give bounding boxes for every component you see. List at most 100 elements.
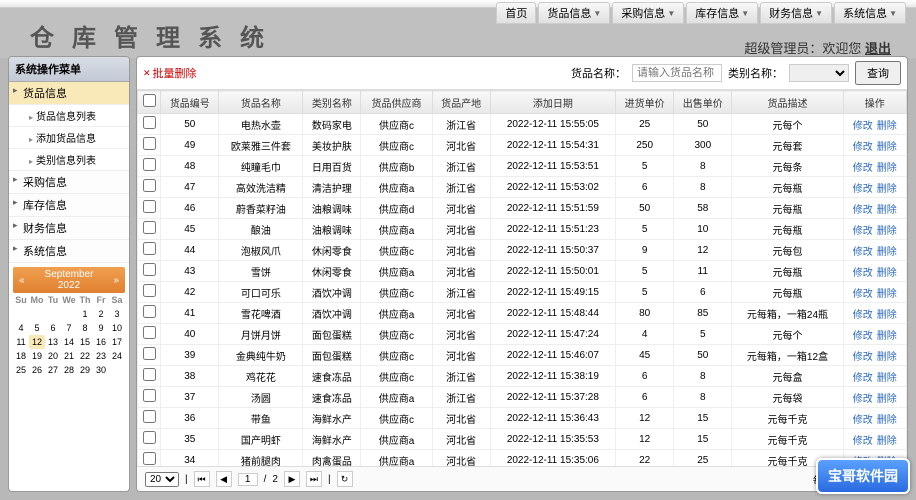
delete-link[interactable]: 删除 <box>877 331 897 342</box>
calendar-day[interactable]: 4 <box>13 321 29 335</box>
row-checkbox[interactable] <box>143 347 156 360</box>
calendar-day[interactable]: 5 <box>29 321 45 335</box>
calendar-day[interactable]: 8 <box>77 321 93 335</box>
edit-link[interactable]: 修改 <box>853 394 873 405</box>
delete-link[interactable]: 删除 <box>877 289 897 300</box>
delete-link[interactable]: 删除 <box>877 352 897 363</box>
delete-link[interactable]: 删除 <box>877 436 897 447</box>
edit-link[interactable]: 修改 <box>853 352 873 363</box>
calendar-day[interactable]: 23 <box>93 349 109 363</box>
delete-link[interactable]: 删除 <box>877 373 897 384</box>
sidebar-subitem[interactable]: 货品信息列表 <box>9 105 129 127</box>
edit-link[interactable]: 修改 <box>853 184 873 195</box>
page-input[interactable] <box>238 473 258 486</box>
next-page-button[interactable]: ▶ <box>284 471 300 487</box>
calendar-day[interactable]: 13 <box>45 335 61 349</box>
calendar-day[interactable]: 16 <box>93 335 109 349</box>
delete-link[interactable]: 删除 <box>877 415 897 426</box>
calendar-day[interactable]: 22 <box>77 349 93 363</box>
row-checkbox[interactable] <box>143 179 156 192</box>
calendar-day[interactable]: 15 <box>77 335 93 349</box>
sidebar-node[interactable]: 采购信息 <box>9 171 129 194</box>
edit-link[interactable]: 修改 <box>853 310 873 321</box>
row-checkbox[interactable] <box>143 431 156 444</box>
edit-link[interactable]: 修改 <box>853 226 873 237</box>
calendar-day[interactable]: 30 <box>93 363 109 377</box>
sidebar-subitem[interactable]: 添加货品信息 <box>9 127 129 149</box>
cal-prev[interactable]: « <box>15 275 29 286</box>
delete-link[interactable]: 删除 <box>877 163 897 174</box>
calendar-day[interactable]: 18 <box>13 349 29 363</box>
edit-link[interactable]: 修改 <box>853 415 873 426</box>
row-checkbox[interactable] <box>143 158 156 171</box>
edit-link[interactable]: 修改 <box>853 373 873 384</box>
delete-link[interactable]: 删除 <box>877 205 897 216</box>
edit-link[interactable]: 修改 <box>853 289 873 300</box>
calendar-day[interactable]: 3 <box>109 307 125 321</box>
calendar-day[interactable]: 21 <box>61 349 77 363</box>
row-checkbox[interactable] <box>143 368 156 381</box>
delete-link[interactable]: 删除 <box>877 226 897 237</box>
prev-page-button[interactable]: ◀ <box>216 471 232 487</box>
row-checkbox[interactable] <box>143 242 156 255</box>
sidebar-node[interactable]: 财务信息 <box>9 217 129 240</box>
sidebar-node[interactable]: 库存信息 <box>9 194 129 217</box>
edit-link[interactable]: 修改 <box>853 436 873 447</box>
row-checkbox[interactable] <box>143 116 156 129</box>
calendar-day[interactable]: 26 <box>29 363 45 377</box>
sidebar-node[interactable]: 系统信息 <box>9 240 129 263</box>
search-button[interactable]: 查询 <box>855 61 901 85</box>
delete-link[interactable]: 删除 <box>877 394 897 405</box>
calendar-day[interactable]: 12 <box>29 335 45 349</box>
calendar-day[interactable]: 27 <box>45 363 61 377</box>
edit-link[interactable]: 修改 <box>853 121 873 132</box>
category-filter-select[interactable] <box>789 64 849 82</box>
delete-link[interactable]: 删除 <box>877 142 897 153</box>
calendar-day[interactable]: 20 <box>45 349 61 363</box>
calendar-day[interactable]: 6 <box>45 321 61 335</box>
calendar-day[interactable]: 19 <box>29 349 45 363</box>
edit-link[interactable]: 修改 <box>853 142 873 153</box>
refresh-button[interactable]: ↻ <box>337 471 353 487</box>
nav-item[interactable]: 库存信息 ▼ <box>686 2 758 24</box>
calendar-day[interactable]: 9 <box>93 321 109 335</box>
name-filter-input[interactable] <box>632 64 722 82</box>
calendar-day[interactable]: 25 <box>13 363 29 377</box>
sidebar-node[interactable]: 货品信息 <box>9 82 129 105</box>
calendar-day[interactable]: 7 <box>61 321 77 335</box>
last-page-button[interactable]: ⏭ <box>306 471 322 487</box>
edit-link[interactable]: 修改 <box>853 268 873 279</box>
delete-link[interactable]: 删除 <box>877 121 897 132</box>
edit-link[interactable]: 修改 <box>853 247 873 258</box>
row-checkbox[interactable] <box>143 221 156 234</box>
calendar-day[interactable]: 14 <box>61 335 77 349</box>
calendar-day[interactable]: 28 <box>61 363 77 377</box>
batch-delete-button[interactable]: 批量删除 <box>143 65 197 81</box>
calendar-day[interactable]: 2 <box>93 307 109 321</box>
calendar-day[interactable]: 29 <box>77 363 93 377</box>
logout-link[interactable]: 退出 <box>865 41 891 56</box>
first-page-button[interactable]: ⏮ <box>194 471 210 487</box>
edit-link[interactable]: 修改 <box>853 205 873 216</box>
row-checkbox[interactable] <box>143 137 156 150</box>
delete-link[interactable]: 删除 <box>877 184 897 195</box>
row-checkbox[interactable] <box>143 326 156 339</box>
delete-link[interactable]: 删除 <box>877 247 897 258</box>
nav-item[interactable]: 首页 <box>496 2 536 24</box>
calendar-day[interactable]: 10 <box>109 321 125 335</box>
page-size-select[interactable]: 20 <box>145 472 179 487</box>
nav-item[interactable]: 财务信息 ▼ <box>760 2 832 24</box>
delete-link[interactable]: 删除 <box>877 310 897 321</box>
row-checkbox[interactable] <box>143 284 156 297</box>
row-checkbox[interactable] <box>143 305 156 318</box>
calendar-day[interactable]: 1 <box>77 307 93 321</box>
sidebar-subitem[interactable]: 类别信息列表 <box>9 149 129 171</box>
edit-link[interactable]: 修改 <box>853 163 873 174</box>
row-checkbox[interactable] <box>143 452 156 465</box>
cal-next[interactable]: » <box>109 275 123 286</box>
nav-item[interactable]: 采购信息 ▼ <box>612 2 684 24</box>
row-checkbox[interactable] <box>143 263 156 276</box>
calendar-day[interactable]: 17 <box>109 335 125 349</box>
delete-link[interactable]: 删除 <box>877 268 897 279</box>
nav-item[interactable]: 系统信息 ▼ <box>834 2 906 24</box>
